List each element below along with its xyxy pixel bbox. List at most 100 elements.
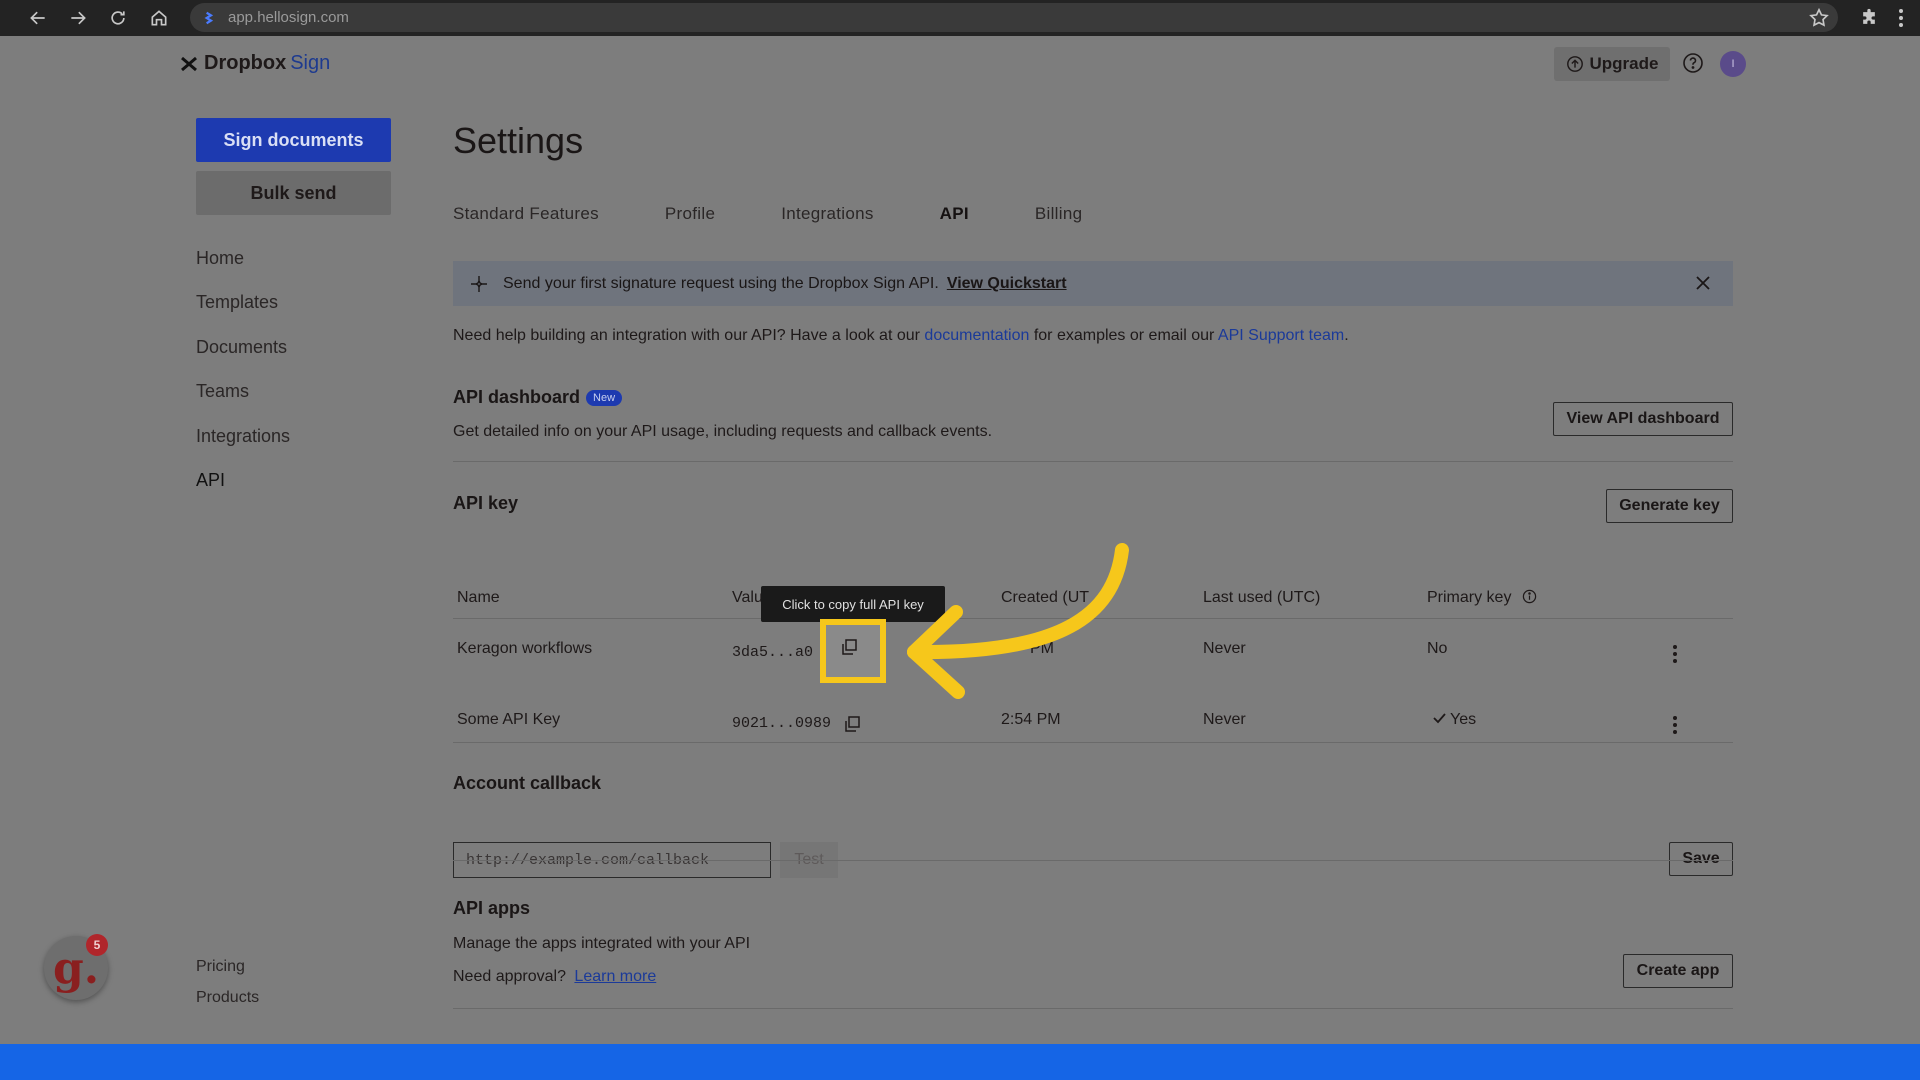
api-dashboard-heading: API dashboard [453,387,581,407]
help-text-post: . [1344,327,1349,344]
upgrade-button[interactable]: Upgrade [1554,47,1670,81]
sidebar-item-templates[interactable]: Templates [196,288,290,332]
column-header-primary-key: Primary key [1427,589,1537,607]
help-text-mid: for examples or email our [1029,327,1218,344]
column-header-value: Valu [732,589,763,606]
generate-key-button[interactable]: Generate key [1606,489,1733,523]
back-button[interactable] [18,0,58,36]
approval-line: Need approval? Learn more [453,968,656,986]
row-2-name: Some API Key [457,711,561,728]
save-button[interactable]: Save [1669,842,1733,876]
primary-key-label: Primary key [1427,589,1512,606]
reload-button[interactable] [98,0,138,36]
avatar[interactable]: I [1720,51,1746,77]
dropbox-sign-logo[interactable]: Dropbox Sign [180,52,330,75]
reload-icon [111,11,125,25]
info-icon[interactable] [1522,589,1537,604]
sidebar-item-api[interactable]: API [196,466,290,510]
dropbox-favicon-icon [204,11,214,24]
tab-standard-features[interactable]: Standard Features [453,204,599,224]
sign-documents-button[interactable]: Sign documents [196,118,391,162]
settings-tabs: Standard Features Profile Integrations A… [453,204,1148,224]
browser-toolbar: app.hellosign.com [0,0,1920,36]
create-app-button[interactable]: Create app [1623,954,1733,988]
api-support-link[interactable]: API Support team [1218,327,1344,344]
logo-product: Sign [290,52,331,74]
view-api-dashboard-button[interactable]: View API dashboard [1553,402,1733,436]
row-2-copy-icon[interactable] [843,715,861,733]
extensions-button[interactable] [1856,4,1882,32]
tab-billing[interactable]: Billing [1035,204,1082,224]
banner-text: Send your first signature request using … [503,274,939,292]
sidebar-footer: Pricing Products [196,958,259,1020]
row-2-last-used: Never [1203,711,1246,728]
api-key-title: API key [453,493,519,513]
sidebar-item-home[interactable]: Home [196,244,290,288]
home-button[interactable] [139,0,179,36]
row-1-copy-button-highlight[interactable] [820,619,886,683]
upgrade-label: Upgrade [1589,54,1659,73]
arrow-left-icon [30,11,45,25]
sidebar-item-pricing[interactable]: Pricing [196,958,259,989]
api-help-text: Need help building an integration with o… [453,327,1349,345]
help-text-pre: Need help building an integration with o… [453,327,925,344]
tab-profile[interactable]: Profile [665,204,715,224]
url-text: app.hellosign.com [228,9,349,26]
column-header-name: Name [457,589,500,606]
api-dashboard-description: Get detailed info on your API usage, inc… [453,423,993,440]
home-icon [151,10,167,26]
row-1-last-used: Never [1203,640,1246,657]
copy-icon[interactable] [840,638,858,656]
approval-text: Need approval? [453,968,566,985]
forward-button[interactable] [58,0,98,36]
view-quickstart-link[interactable]: View Quickstart [947,275,1067,293]
help-circle-icon[interactable] [1682,52,1704,74]
learn-more-link[interactable]: Learn more [574,968,656,985]
browser-menu-button[interactable] [1888,4,1914,32]
column-header-last-used: Last used (UTC) [1203,589,1321,606]
sidebar-item-documents[interactable]: Documents [196,333,290,377]
sidebar-item-integrations[interactable]: Integrations [196,422,290,466]
api-dashboard-title: API dashboard New [453,387,623,408]
row-1-more-icon[interactable] [1672,644,1678,664]
bookmark-star-icon[interactable] [1808,7,1830,29]
sidebar-item-products[interactable]: Products [196,989,259,1020]
row-2-more-icon[interactable] [1672,715,1678,735]
api-apps-title: API apps [453,898,531,918]
close-icon[interactable] [1693,273,1713,293]
sparkle-icon [471,275,487,292]
sidebar-item-teams[interactable]: Teams [196,377,290,421]
bulk-send-button[interactable]: Bulk send [196,171,391,215]
callback-divider [453,860,1733,861]
sidebar-nav: Home Templates Documents Teams Integrati… [196,244,290,510]
bottom-blue-band [0,1044,1920,1080]
row-2-created: 2:54 PM [1001,711,1061,728]
documentation-link[interactable]: documentation [924,327,1029,344]
pointer-arrow-icon [907,543,1129,699]
app-page: Dropbox Sign Upgrade I Sign documents Bu… [0,36,1920,1044]
api-apps-description: Manage the apps integrated with your API [453,935,751,952]
new-badge: New [586,390,623,406]
row-1-name: Keragon workflows [457,640,593,657]
quickstart-banner: Send your first signature request using … [453,261,1733,306]
divider [453,461,1733,462]
tab-integrations[interactable]: Integrations [781,204,873,224]
logo-brand: Dropbox [204,52,287,74]
apps-divider [453,1008,1733,1009]
row-2-primary: Yes [1433,711,1476,729]
account-callback-title: Account callback [453,773,602,793]
tab-api[interactable]: API [940,204,969,224]
row-2-value: 9021...0989 [732,715,832,732]
check-icon [1433,713,1446,724]
vertical-dots-icon [1899,9,1903,27]
table-bottom-divider [453,742,1733,743]
row-2-primary-label: Yes [1450,711,1477,728]
row-1-primary: No [1427,640,1448,657]
address-bar[interactable]: app.hellosign.com [190,3,1838,32]
puzzle-icon [1863,8,1875,24]
dropbox-logo-icon [181,56,197,71]
notification-count-badge: 5 [86,934,108,956]
upgrade-arrow-icon [1566,56,1583,72]
arrow-right-icon [71,11,86,25]
page-title: Settings [453,120,584,161]
